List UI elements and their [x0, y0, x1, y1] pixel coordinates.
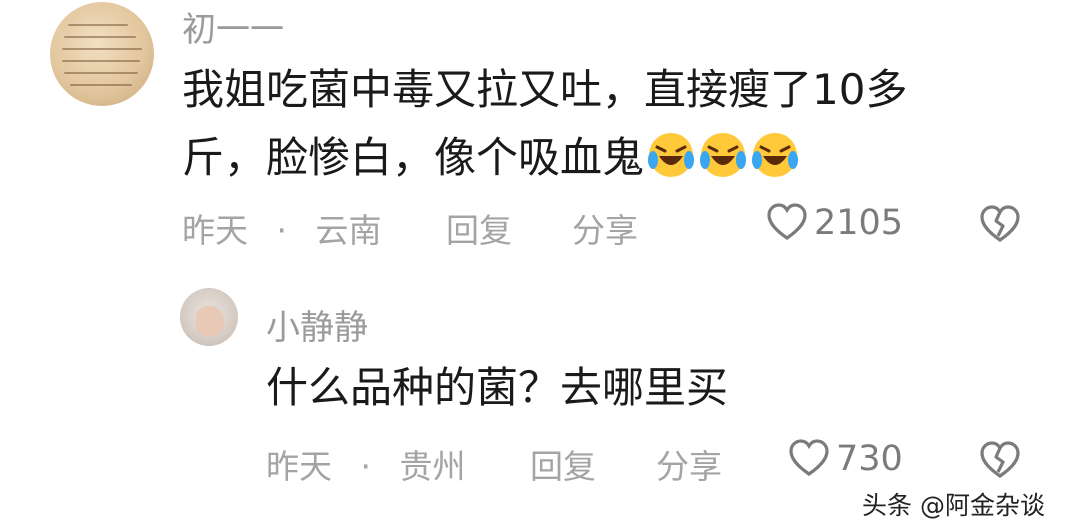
laugh-cry-icon: [700, 133, 747, 177]
meta-dot: ·: [360, 447, 372, 486]
comment-time: 昨天: [182, 211, 248, 250]
like-count: 2105: [814, 203, 904, 243]
reply-button[interactable]: 回复: [530, 440, 596, 488]
dislike-button[interactable]: [978, 204, 1022, 244]
comment-text-line-2: 斤，脸惨白，像个吸血鬼: [182, 124, 1042, 192]
dislike-button[interactable]: [978, 440, 1022, 480]
username[interactable]: 初一一: [182, 2, 284, 51]
comment-text-line-1: 我姐吃菌中毒又拉又吐，直接瘦了10多: [182, 65, 908, 114]
share-button[interactable]: 分享: [572, 204, 638, 252]
comment-meta: 昨天 · 云南: [182, 204, 382, 252]
comment-text: 什么品种的菌？去哪里买: [266, 363, 729, 412]
like-count: 730: [836, 439, 903, 479]
comment-meta: 昨天 · 贵州: [266, 440, 466, 488]
laugh-cry-icon: [648, 133, 695, 177]
comment-text-line-2-text: 斤，脸惨白，像个吸血鬼: [182, 133, 645, 182]
share-button[interactable]: 分享: [656, 440, 722, 488]
heart-icon: [767, 203, 807, 240]
avatar-chu[interactable]: [50, 2, 154, 106]
like-button[interactable]: 2105: [766, 202, 903, 244]
meta-dot: ·: [276, 211, 288, 250]
like-button[interactable]: 730: [788, 438, 903, 480]
comment-text: 我姐吃菌中毒又拉又吐，直接瘦了10多 斤，脸惨白，像个吸血鬼: [182, 56, 1042, 192]
watermark: 头条 @阿金杂谈: [862, 491, 1045, 520]
avatar-xiao[interactable]: [180, 288, 238, 346]
reply-button[interactable]: 回复: [446, 204, 512, 252]
comment-time: 昨天: [266, 447, 332, 486]
laugh-cry-icon: [752, 133, 799, 177]
heart-icon: [789, 439, 829, 476]
comment-location: 云南: [315, 211, 382, 250]
comment-location: 贵州: [399, 447, 466, 486]
username[interactable]: 小静静: [266, 300, 368, 349]
